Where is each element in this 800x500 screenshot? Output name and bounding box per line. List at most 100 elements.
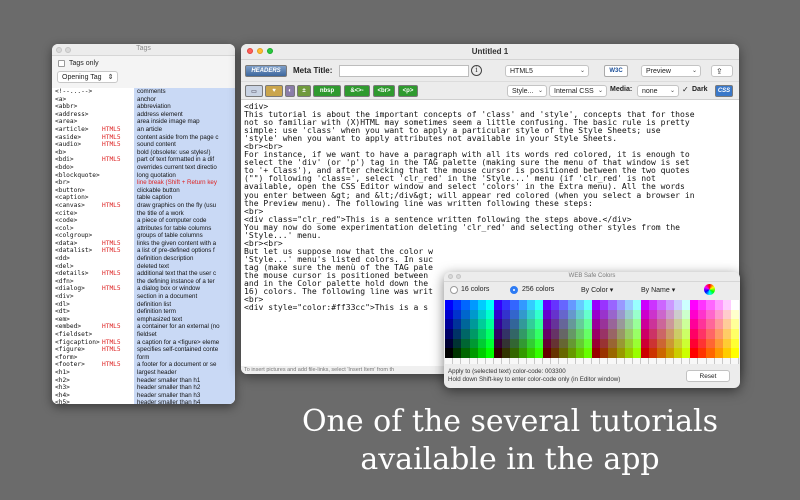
tag-row[interactable]: <col> attributes for table columns <box>52 225 235 233</box>
tag-row[interactable]: <footer> HTML5 a footer for a document or … <box>52 361 235 369</box>
color-swatch[interactable] <box>477 329 487 339</box>
color-swatch[interactable] <box>698 300 707 310</box>
color-swatch[interactable] <box>706 329 715 339</box>
color-swatch[interactable] <box>583 300 593 310</box>
color-swatch[interactable] <box>502 300 511 310</box>
color-swatch[interactable] <box>730 338 740 349</box>
color-swatch[interactable] <box>559 338 568 349</box>
custom-color-slot[interactable] <box>551 358 560 364</box>
special-chars-icon[interactable]: ± <box>297 85 311 97</box>
color-grid[interactable] <box>445 300 740 359</box>
css-editor-button[interactable]: CSS <box>715 85 733 97</box>
tag-row[interactable]: <h4> header smaller than h3 <box>52 392 235 400</box>
color-swatch[interactable] <box>551 300 560 310</box>
tag-row[interactable]: <a> anchor <box>52 96 235 104</box>
color-swatch[interactable] <box>649 338 658 349</box>
custom-color-slot[interactable] <box>698 358 707 364</box>
custom-color-slot[interactable] <box>673 358 682 364</box>
custom-color-slot[interactable] <box>608 358 617 364</box>
color-swatch[interactable] <box>510 309 519 320</box>
tag-row[interactable]: <code> a piece of computer code <box>52 217 235 225</box>
tag-row[interactable]: <!--...--> comments <box>52 88 235 96</box>
color-swatch[interactable] <box>600 300 609 310</box>
color-swatch[interactable] <box>477 309 487 320</box>
color-swatch[interactable] <box>510 300 519 310</box>
color-swatch[interactable] <box>477 348 487 359</box>
color-swatch[interactable] <box>477 319 487 330</box>
color-swatch[interactable] <box>681 329 691 339</box>
sort-by-color-select[interactable]: By Color ▾ <box>581 286 613 294</box>
color-wheel-icon[interactable] <box>704 284 715 295</box>
color-swatch[interactable] <box>534 300 544 310</box>
custom-color-slot[interactable] <box>731 358 740 364</box>
tag-row[interactable]: <area> area inside image map <box>52 118 235 126</box>
color-swatch[interactable] <box>485 319 495 330</box>
tag-row[interactable]: <aside> HTML5 content aside from the page … <box>52 134 235 142</box>
color-swatch[interactable] <box>722 309 732 320</box>
color-swatch[interactable] <box>453 309 462 320</box>
tag-row[interactable]: <colgroup> groups of table columns <box>52 232 235 240</box>
color-swatch[interactable] <box>624 348 634 359</box>
color-swatch[interactable] <box>461 329 470 339</box>
color-swatch[interactable] <box>534 348 544 359</box>
color-swatch[interactable] <box>632 348 642 359</box>
color-swatch[interactable] <box>559 309 568 320</box>
color-swatch[interactable] <box>461 300 470 310</box>
tag-row[interactable]: <abbr> abbreviation <box>52 103 235 111</box>
color-swatch[interactable] <box>722 319 732 330</box>
color-swatch[interactable] <box>681 309 691 320</box>
color-swatch[interactable] <box>461 319 470 330</box>
style-select[interactable]: Style... ⌄ <box>507 85 547 97</box>
color-swatch[interactable] <box>485 348 495 359</box>
color-swatch[interactable] <box>453 348 462 359</box>
color-swatch[interactable] <box>575 348 585 359</box>
color-swatch[interactable] <box>657 300 666 310</box>
color-swatch[interactable] <box>575 309 585 320</box>
tag-row[interactable]: <datalist> HTML5 a list of pre-defined opt… <box>52 247 235 255</box>
doctype-select[interactable]: HTML5 ⌄ <box>505 65 589 77</box>
color-swatch[interactable] <box>673 300 683 310</box>
tag-row[interactable]: <bdo> overrides current text directio <box>52 164 235 172</box>
color-swatch[interactable] <box>551 329 560 339</box>
custom-color-slot[interactable] <box>722 358 732 364</box>
custom-color-slot[interactable] <box>706 358 715 364</box>
custom-color-slot[interactable] <box>543 358 552 364</box>
tag-row[interactable]: <del> deleted text <box>52 263 235 271</box>
share-button[interactable]: ⇪ <box>711 65 733 77</box>
tag-row[interactable]: <article> HTML5 an article <box>52 126 235 134</box>
tag-row[interactable]: <div> section in a document <box>52 293 235 301</box>
custom-color-slot[interactable] <box>461 358 470 364</box>
tags-only-checkbox[interactable] <box>58 59 65 67</box>
color-swatch[interactable] <box>502 329 511 339</box>
color-swatch[interactable] <box>730 329 740 339</box>
custom-color-slot[interactable] <box>649 358 658 364</box>
color-swatch[interactable] <box>559 329 568 339</box>
style-icon[interactable]: ◐ <box>285 85 295 97</box>
color-swatch[interactable] <box>632 329 642 339</box>
color-swatch[interactable] <box>730 319 740 330</box>
color-swatch[interactable] <box>526 348 536 359</box>
color-swatch[interactable] <box>649 319 658 330</box>
tag-row[interactable]: <dd> definition description <box>52 255 235 263</box>
color-swatch[interactable] <box>510 348 519 359</box>
color-swatch[interactable] <box>673 338 683 349</box>
custom-color-slot[interactable] <box>575 358 584 364</box>
headers-button[interactable]: HEADERS <box>245 65 287 77</box>
tag-row[interactable]: <h1> largest header <box>52 369 235 377</box>
image-button[interactable]: ▭ <box>245 85 263 97</box>
color-swatch[interactable] <box>657 309 666 320</box>
color-swatch[interactable] <box>583 319 593 330</box>
color-swatch[interactable] <box>706 309 715 320</box>
color-swatch[interactable] <box>722 348 732 359</box>
color-swatch[interactable] <box>698 309 707 320</box>
tags-list[interactable]: <!--...--> comments <a> anchor <abbr> abbrevi… <box>52 88 235 404</box>
color-swatch[interactable] <box>534 319 544 330</box>
color-swatch[interactable] <box>632 319 642 330</box>
color-swatch[interactable] <box>551 309 560 320</box>
color-swatch[interactable] <box>673 319 683 330</box>
tag-row[interactable]: <canvas> HTML5 draw graphics on the fly (u… <box>52 202 235 210</box>
custom-color-slot[interactable] <box>641 358 650 364</box>
color-swatch[interactable] <box>485 338 495 349</box>
color-swatch[interactable] <box>624 338 634 349</box>
color-swatch[interactable] <box>485 329 495 339</box>
